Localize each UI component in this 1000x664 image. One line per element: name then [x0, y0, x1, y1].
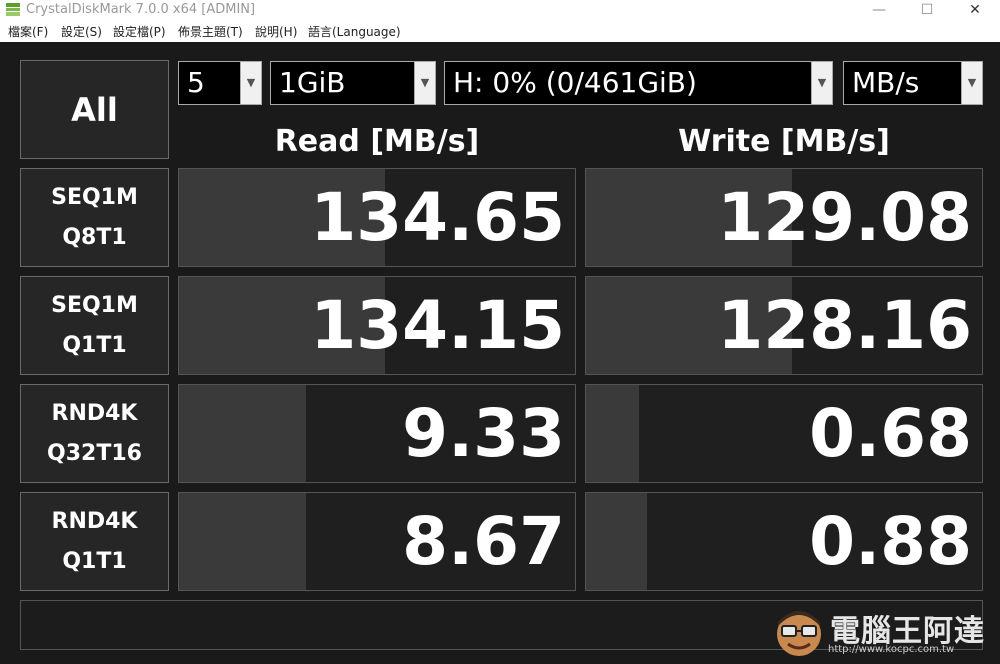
all-button[interactable]: All — [20, 60, 169, 159]
write-value: 0.68 — [809, 395, 972, 472]
drive-value: H: 0% (0/461GiB) — [453, 66, 697, 99]
test-name: RND4K — [51, 401, 138, 426]
watermark: 電腦王阿達 http://www.kocpc.com.tw — [770, 600, 990, 662]
menu-language[interactable]: 語言(Language) — [308, 23, 401, 40]
read-result-cell: 9.33 — [178, 384, 576, 483]
test-name: SEQ1M — [51, 293, 138, 318]
read-header: Read [MB/s] — [274, 124, 480, 159]
chevron-down-icon: ▼ — [961, 62, 982, 104]
read-bar — [179, 493, 306, 590]
chevron-down-icon: ▼ — [414, 62, 435, 104]
chevron-down-icon: ▼ — [811, 62, 832, 104]
test-params: Q1T1 — [62, 549, 127, 574]
chevron-down-icon: ▼ — [240, 62, 261, 104]
write-bar — [586, 385, 640, 482]
test-seq1m-q1t1-button[interactable]: SEQ1M Q1T1 — [20, 276, 169, 375]
menu-settings[interactable]: 設定(S) — [61, 23, 102, 40]
write-result-cell: 129.08 — [585, 168, 983, 267]
unit-select[interactable]: MB/s ▼ — [843, 61, 983, 105]
window-title: CrystalDiskMark 7.0.0 x64 [ADMIN] — [26, 2, 256, 17]
size-select[interactable]: 1GiB ▼ — [270, 61, 436, 105]
watermark-url: http://www.kocpc.com.tw — [828, 644, 955, 655]
read-value: 134.15 — [310, 287, 565, 364]
write-value: 129.08 — [717, 179, 972, 256]
title-bar: CrystalDiskMark 7.0.0 x64 [ADMIN] — ☐ ✕ — [0, 0, 1000, 20]
write-header: Write [MB/s] — [678, 124, 890, 159]
menu-bar: 檔案(F) 設定(S) 設定檔(P) 佈景主題(T) 說明(H) 語言(Lang… — [0, 20, 1000, 42]
menu-profile[interactable]: 設定檔(P) — [113, 23, 166, 40]
test-name: RND4K — [51, 509, 138, 534]
maximize-button[interactable]: ☐ — [904, 0, 950, 20]
read-result-cell: 8.67 — [178, 492, 576, 591]
test-rnd4k-q32t16-button[interactable]: RND4K Q32T16 — [20, 384, 169, 483]
count-select[interactable]: 5 ▼ — [178, 61, 262, 105]
read-value: 9.33 — [402, 395, 565, 472]
menu-file[interactable]: 檔案(F) — [8, 23, 48, 40]
write-result-cell: 128.16 — [585, 276, 983, 375]
write-result-cell: 0.68 — [585, 384, 983, 483]
write-bar — [586, 493, 648, 590]
write-value: 0.88 — [809, 503, 972, 580]
read-result-cell: 134.15 — [178, 276, 576, 375]
test-name: SEQ1M — [51, 185, 138, 210]
read-result-cell: 134.65 — [178, 168, 576, 267]
test-rnd4k-q1t1-button[interactable]: RND4K Q1T1 — [20, 492, 169, 591]
size-value: 1GiB — [279, 66, 346, 99]
test-params: Q1T1 — [62, 333, 127, 358]
test-params: Q8T1 — [62, 225, 127, 250]
mascot-face-icon — [777, 611, 821, 656]
read-value: 134.65 — [310, 179, 565, 256]
unit-value: MB/s — [852, 66, 920, 99]
read-value: 8.67 — [402, 503, 565, 580]
test-seq1m-q8t1-button[interactable]: SEQ1M Q8T1 — [20, 168, 169, 267]
minimize-button[interactable]: — — [856, 0, 902, 20]
read-bar — [179, 385, 306, 482]
app-icon — [6, 3, 20, 16]
write-result-cell: 0.88 — [585, 492, 983, 591]
test-params: Q32T16 — [47, 441, 142, 466]
close-button[interactable]: ✕ — [952, 0, 998, 20]
drive-select[interactable]: H: 0% (0/461GiB) ▼ — [444, 61, 833, 105]
count-value: 5 — [187, 66, 205, 99]
menu-help[interactable]: 說明(H) — [255, 23, 297, 40]
menu-theme[interactable]: 佈景主題(T) — [178, 23, 243, 40]
write-value: 128.16 — [717, 287, 972, 364]
